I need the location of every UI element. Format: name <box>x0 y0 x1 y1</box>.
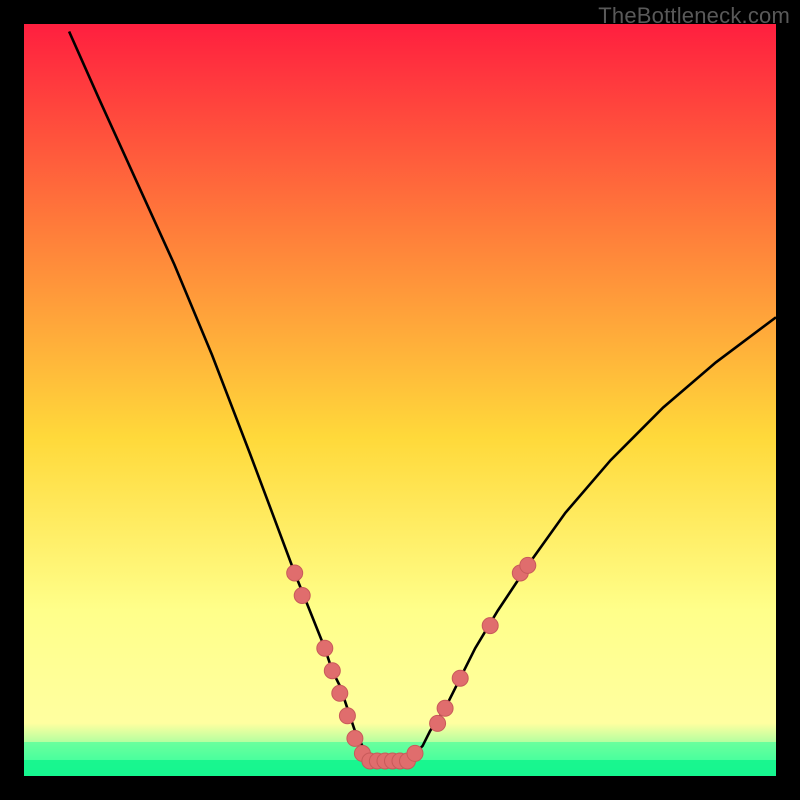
data-marker <box>430 715 446 731</box>
data-marker <box>437 700 453 716</box>
watermark-text: TheBottleneck.com <box>598 3 790 29</box>
data-marker <box>317 640 333 656</box>
data-marker <box>294 588 310 604</box>
data-marker <box>347 730 363 746</box>
data-marker <box>287 565 303 581</box>
chart-frame: TheBottleneck.com <box>0 0 800 800</box>
data-marker <box>482 618 498 634</box>
data-marker <box>339 708 355 724</box>
data-marker <box>324 663 340 679</box>
data-marker <box>520 557 536 573</box>
chart-plot-area <box>24 24 776 776</box>
data-marker <box>332 685 348 701</box>
data-marker <box>452 670 468 686</box>
data-marker <box>407 745 423 761</box>
chart-svg <box>24 24 776 776</box>
gradient-background <box>24 24 776 776</box>
